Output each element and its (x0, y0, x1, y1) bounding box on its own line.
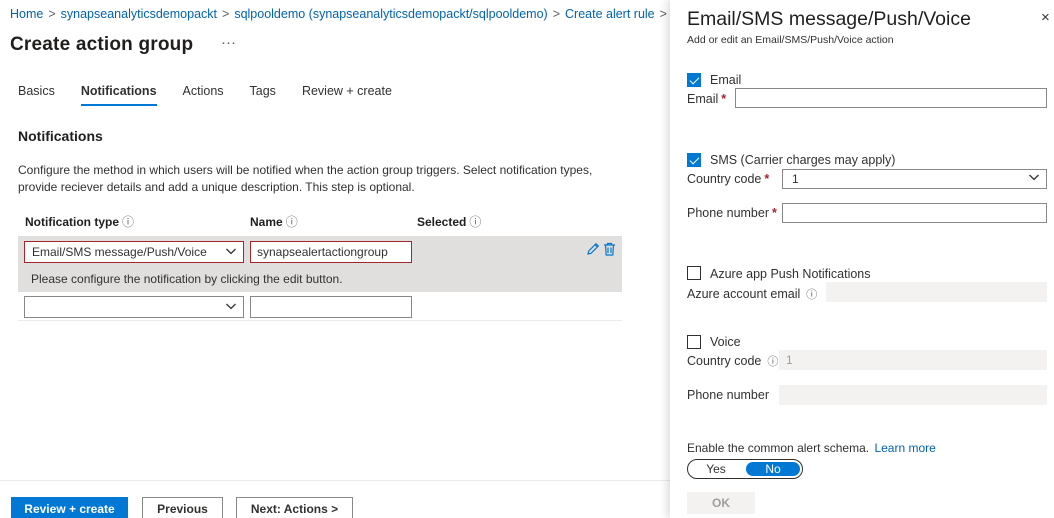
sms-phone-number-label-text: Phone number (687, 206, 770, 220)
sms-country-code-select[interactable]: 1 (782, 169, 1047, 189)
email-input[interactable] (735, 88, 1047, 108)
breadcrumb-home[interactable]: Home (10, 7, 43, 21)
row-divider (18, 320, 622, 321)
sms-phone-number-input[interactable] (782, 203, 1047, 223)
panel-title: Email/SMS message/Push/Voice (687, 8, 971, 30)
create-action-group-page: Home > synapseanalyticsdemopackt > sqlpoolde… (0, 0, 670, 518)
breadcrumb-separator: > (222, 7, 230, 21)
breadcrumb-separator: > (48, 7, 56, 21)
voice-country-code-input: 1 (779, 350, 1047, 370)
breadcrumb-separator: > (659, 7, 667, 21)
tab-tags[interactable]: Tags (250, 84, 276, 106)
sms-checkbox-label: SMS (Carrier charges may apply) (710, 153, 896, 167)
breadcrumb: Home > synapseanalyticsdemopackt > sqlpoolde… (10, 7, 672, 21)
required-marker: * (764, 172, 770, 186)
next-actions-button[interactable]: Next: Actions > (236, 497, 353, 518)
voice-country-code-label-text: Country code (687, 354, 762, 368)
sms-phone-number-label: Phone number * (687, 206, 777, 220)
section-title: Notifications (18, 128, 103, 144)
email-field-label-text: Email (687, 92, 719, 106)
breadcrumb-workspace[interactable]: synapseanalyticsdemopackt (61, 7, 217, 21)
column-header-selected: Selected ⓘ (417, 213, 481, 230)
sms-country-code-label-text: Country code (687, 172, 762, 186)
breadcrumb-separator: > (552, 7, 560, 21)
email-checkbox[interactable] (687, 73, 701, 87)
toggle-option-no[interactable]: No (746, 462, 800, 476)
footer-divider (0, 480, 670, 481)
ok-button: OK (687, 492, 755, 514)
email-sms-push-voice-panel: Email/SMS message/Push/Voice Add or edit… (670, 0, 1054, 518)
notification-name-input[interactable]: synapsealertactiongroup (250, 241, 412, 263)
toggle-option-yes[interactable]: Yes (696, 462, 736, 476)
sms-checkbox[interactable] (687, 153, 701, 167)
push-account-email-label: Azure account email ⓘ (687, 286, 817, 302)
breadcrumb-create-alert-rule[interactable]: Create alert rule (565, 7, 655, 21)
push-checkbox[interactable] (687, 266, 701, 280)
section-description: Configure the method in which users will… (18, 163, 593, 194)
voice-phone-number-input (779, 385, 1047, 405)
sms-country-code-label: Country code * (687, 172, 769, 186)
common-alert-schema-toggle[interactable]: Yes No (687, 459, 803, 479)
required-marker: * (772, 206, 777, 220)
learn-more-link[interactable]: Learn more (874, 441, 935, 455)
tab-basics[interactable]: Basics (18, 84, 55, 106)
delete-icon[interactable] (603, 242, 616, 259)
column-header-selected-label: Selected (417, 215, 467, 229)
notification-type-select[interactable]: Email/SMS message/Push/Voice (24, 241, 244, 263)
previous-button[interactable]: Previous (142, 497, 223, 518)
panel-subtitle: Add or edit an Email/SMS/Push/Voice acti… (687, 34, 894, 46)
column-header-name: Name ⓘ (250, 213, 298, 230)
close-icon[interactable]: × (1041, 9, 1050, 26)
push-checkbox-label: Azure app Push Notifications (710, 267, 871, 281)
chevron-down-icon (225, 300, 237, 315)
info-icon[interactable]: ⓘ (767, 356, 778, 368)
sms-country-code-value: 1 (792, 172, 799, 186)
info-icon[interactable]: ⓘ (286, 215, 298, 229)
info-icon[interactable]: ⓘ (469, 215, 481, 229)
breadcrumb-sqlpool[interactable]: sqlpooldemo (synapseanalyticsdemopackt/s… (234, 7, 547, 21)
notification-row-message: Please configure the notification by cli… (31, 272, 343, 286)
column-header-type-label: Notification type (25, 215, 120, 229)
tab-review-create[interactable]: Review + create (302, 84, 392, 106)
edit-icon[interactable] (586, 242, 600, 259)
common-alert-schema-label: Enable the common alert schema. Learn mo… (687, 441, 936, 455)
voice-country-code-label: Country code ⓘ (687, 353, 778, 369)
required-marker: * (721, 92, 727, 106)
info-icon[interactable]: ⓘ (122, 215, 134, 229)
notification-type-value: Email/SMS message/Push/Voice (32, 245, 207, 259)
tab-notifications[interactable]: Notifications (80, 84, 157, 106)
notification-type-select-empty[interactable] (24, 296, 244, 318)
push-account-email-input (826, 282, 1047, 302)
notification-name-input-empty[interactable] (250, 296, 412, 318)
page-title: Create action group (10, 34, 194, 55)
more-options-icon[interactable]: ··· (221, 34, 236, 51)
voice-checkbox[interactable] (687, 335, 701, 349)
review-create-button[interactable]: Review + create (11, 497, 128, 518)
push-account-email-label-text: Azure account email (687, 287, 801, 301)
common-alert-schema-text: Enable the common alert schema. (687, 441, 870, 455)
email-checkbox-label: Email (710, 73, 742, 87)
info-icon[interactable]: ⓘ (806, 289, 817, 301)
column-header-type: Notification type ⓘ (25, 213, 134, 230)
tab-actions[interactable]: Actions (183, 84, 224, 106)
chevron-down-icon (1028, 171, 1040, 186)
voice-phone-number-label: Phone number (687, 388, 770, 402)
email-field-label: Email * (687, 92, 726, 106)
column-header-name-label: Name (250, 215, 283, 229)
chevron-down-icon (225, 245, 237, 260)
voice-checkbox-label: Voice (710, 335, 741, 349)
tab-bar: Basics Notifications Actions Tags Review… (18, 84, 418, 106)
